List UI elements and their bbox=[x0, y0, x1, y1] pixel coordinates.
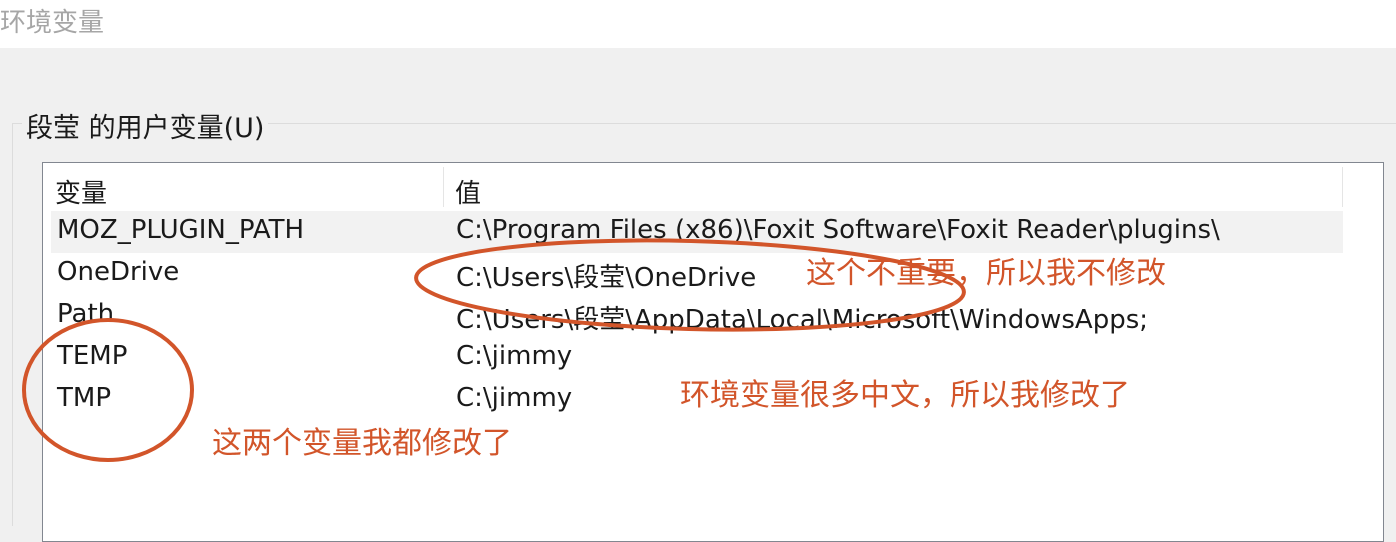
annotation-both-changed: 这两个变量我都修改了 bbox=[212, 426, 512, 461]
group-border-top-left bbox=[12, 123, 22, 124]
annotation-many-chinese: 环境变量很多中文，所以我修改了 bbox=[680, 378, 1130, 413]
variable-value: C:\jimmy bbox=[456, 341, 573, 371]
variable-value: C:\Program Files (x86)\Foxit Software\Fo… bbox=[456, 215, 1220, 245]
column-separator[interactable] bbox=[443, 167, 444, 207]
column-header-variable[interactable]: 变量 bbox=[55, 173, 107, 210]
group-border-left bbox=[12, 123, 13, 526]
window-title: 环境变量 bbox=[0, 8, 105, 38]
annotation-not-important: 这个不重要，所以我不修改 bbox=[806, 256, 1166, 291]
list-header: 变量 值 bbox=[43, 163, 1343, 211]
variable-name: OneDrive bbox=[57, 257, 180, 287]
variable-value: C:\Users\段莹\OneDrive bbox=[456, 263, 757, 293]
column-separator[interactable] bbox=[1342, 167, 1343, 207]
user-variables-list[interactable]: 变量 值 MOZ_PLUGIN_PATH C:\Program Files (x… bbox=[42, 162, 1384, 542]
user-variables-group-label: 段莹 的用户变量(U) bbox=[26, 113, 265, 144]
group-border-top bbox=[268, 123, 1396, 124]
variable-name: Path bbox=[57, 299, 115, 329]
title-bar: 环境变量 bbox=[0, 0, 1396, 48]
column-header-value[interactable]: 值 bbox=[455, 173, 481, 210]
variable-name: TMP bbox=[57, 383, 111, 413]
variable-value: C:\jimmy bbox=[456, 383, 573, 413]
table-row[interactable]: MOZ_PLUGIN_PATH C:\Program Files (x86)\F… bbox=[51, 211, 1343, 253]
variable-name: MOZ_PLUGIN_PATH bbox=[57, 215, 305, 245]
table-row[interactable]: Path C:\Users\段莹\AppData\Local\Microsoft… bbox=[51, 295, 1343, 337]
variable-name: TEMP bbox=[57, 341, 128, 371]
variable-value: C:\Users\段莹\AppData\Local\Microsoft\Wind… bbox=[456, 305, 1149, 335]
